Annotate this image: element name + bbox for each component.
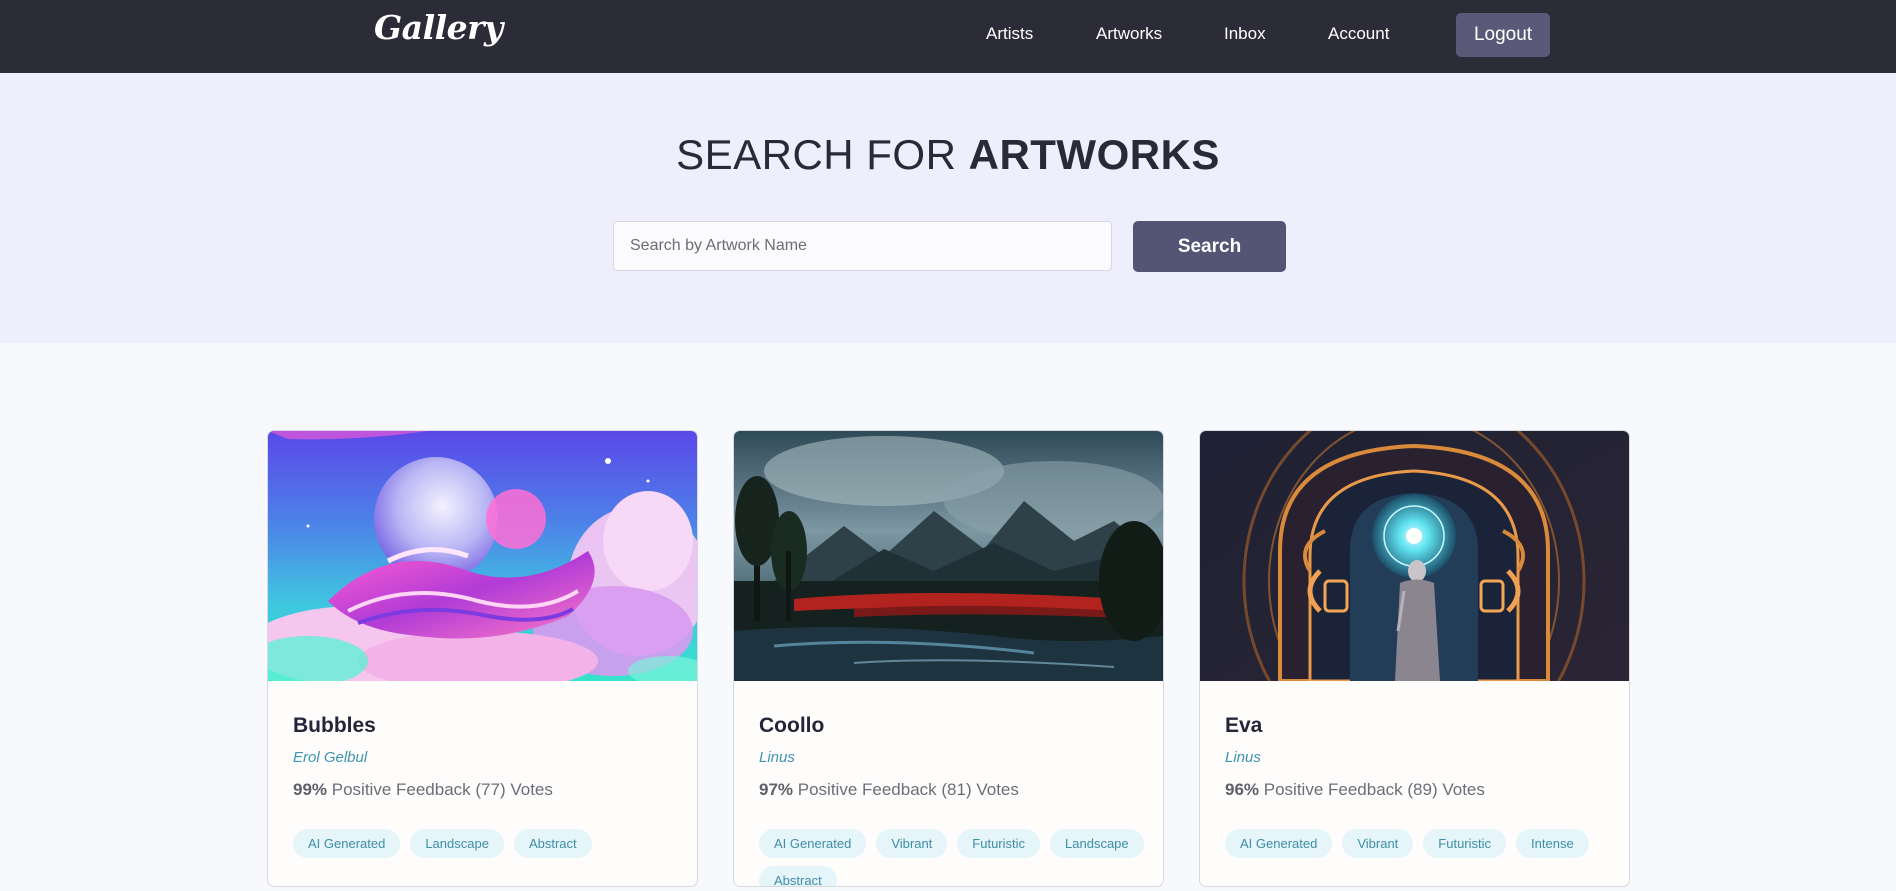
artwork-title[interactable]: Coollo — [759, 714, 824, 738]
tag-ai-generated[interactable]: AI Generated — [1225, 829, 1333, 858]
nav-link-inbox[interactable]: Inbox — [1224, 24, 1266, 44]
tag-list: AI Generated Vibrant Futuristic Intense — [1225, 829, 1615, 858]
tag-landscape[interactable]: Landscape — [1050, 829, 1144, 858]
feedback-percent: 96% — [1225, 780, 1260, 799]
artwork-card-coollo[interactable]: Coollo Linus 97% Positive Feedback (81) … — [733, 430, 1164, 887]
page-title: SEARCH FOR ARTWORKS — [0, 131, 1896, 179]
top-navbar: Gallery Artists Artworks Inbox Account L… — [0, 0, 1896, 73]
tag-intense[interactable]: Intense — [1516, 829, 1589, 858]
artwork-image-eva — [1200, 431, 1629, 681]
gallery-logo[interactable]: Gallery — [374, 8, 503, 47]
tag-vibrant[interactable]: Vibrant — [876, 829, 948, 858]
artwork-card-eva[interactable]: Eva Linus 96% Positive Feedback (89) Vot… — [1199, 430, 1630, 887]
feedback-text: Positive Feedback (77) Votes — [327, 780, 553, 799]
artwork-image-bubbles — [268, 431, 697, 681]
page-title-light: SEARCH FOR — [676, 131, 969, 178]
artwork-title[interactable]: Eva — [1225, 714, 1262, 738]
tag-futuristic[interactable]: Futuristic — [1423, 829, 1507, 858]
artwork-image[interactable] — [268, 431, 697, 681]
tag-list: AI Generated Vibrant Futuristic Landscap… — [759, 829, 1149, 886]
tag-ai-generated[interactable]: AI Generated — [293, 829, 401, 858]
artwork-artist-link[interactable]: Erol Gelbul — [293, 749, 367, 766]
tag-landscape[interactable]: Landscape — [410, 829, 504, 858]
search-hero: SEARCH FOR ARTWORKS Search — [0, 73, 1896, 343]
artwork-image-coollo — [734, 431, 1163, 681]
tag-ai-generated[interactable]: AI Generated — [759, 829, 867, 858]
artwork-feedback: 99% Positive Feedback (77) Votes — [293, 780, 553, 800]
tag-abstract[interactable]: Abstract — [759, 866, 837, 886]
feedback-percent: 97% — [759, 780, 794, 799]
logout-button[interactable]: Logout — [1456, 13, 1550, 57]
tag-list: AI Generated Landscape Abstract — [293, 829, 683, 858]
artwork-artist-link[interactable]: Linus — [1225, 749, 1261, 766]
artwork-title[interactable]: Bubbles — [293, 714, 376, 738]
nav-link-account[interactable]: Account — [1328, 24, 1389, 44]
tag-abstract[interactable]: Abstract — [513, 829, 592, 858]
artwork-card-bubbles[interactable]: Bubbles Erol Gelbul 99% Positive Feedbac… — [267, 430, 698, 887]
feedback-text: Positive Feedback (81) Votes — [793, 780, 1019, 799]
artwork-feedback: 97% Positive Feedback (81) Votes — [759, 780, 1019, 800]
page-title-bold: ARTWORKS — [968, 131, 1220, 178]
search-button[interactable]: Search — [1133, 221, 1286, 272]
artwork-artist-link[interactable]: Linus — [759, 749, 795, 766]
artwork-feedback: 96% Positive Feedback (89) Votes — [1225, 780, 1485, 800]
artwork-image[interactable] — [734, 431, 1163, 681]
nav-link-artists[interactable]: Artists — [986, 24, 1033, 44]
feedback-text: Positive Feedback (89) Votes — [1259, 780, 1485, 799]
tag-futuristic[interactable]: Futuristic — [957, 829, 1041, 858]
nav-link-artworks[interactable]: Artworks — [1096, 24, 1162, 44]
tag-vibrant[interactable]: Vibrant — [1342, 829, 1414, 858]
feedback-percent: 99% — [293, 780, 328, 799]
artwork-image[interactable] — [1200, 431, 1629, 681]
search-input[interactable] — [613, 221, 1112, 271]
